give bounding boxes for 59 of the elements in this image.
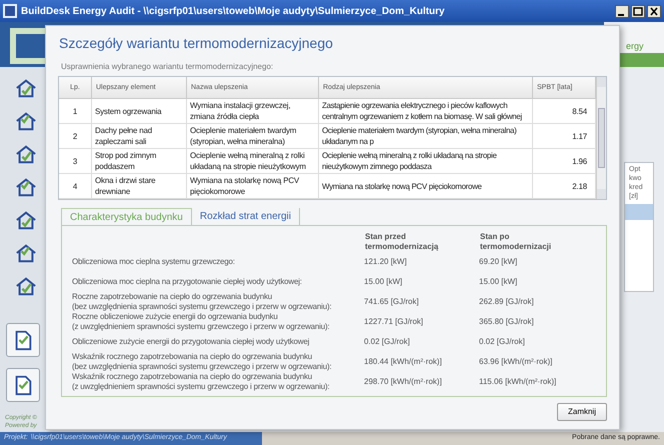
logo-text: ergy: [625, 40, 645, 53]
house-check-icon[interactable]: [14, 176, 38, 198]
value-after: 365.80 [GJ/rok]: [479, 317, 535, 327]
value-before: 15.00 [kW]: [364, 277, 404, 287]
app-icon: [3, 4, 17, 18]
close-button[interactable]: Zamknij: [557, 403, 607, 421]
row-label: Obliczeniowa moc cieplna systemu grzewczego:: [72, 257, 236, 267]
row-label: Roczne zapotrzebowanie na ciepło do ogrzewania budynku (bez uwzględnienia sprawności systemu grzewczego i przerw w ogrzewaniu):: [72, 292, 332, 312]
table-caption: Usprawnienia wybranego wariantu termomodernizacyjnego:: [61, 61, 274, 73]
table-cell: Strop pod zimnym poddaszem: [92, 149, 187, 174]
value-after: 115.06 [kWh/(m²·rok)]: [479, 377, 558, 387]
table-cell: Wymiana na stolarkę nową PCV pięciokomorowe: [187, 174, 319, 199]
value-before: 0.02 [GJ/rok]: [364, 337, 411, 347]
value-before: 121.20 [kW]: [364, 257, 408, 267]
house-check-icon[interactable]: [14, 143, 38, 165]
dialog-title: Szczegóły wariantu termomodernizacyjnego: [58, 34, 334, 52]
table-cell: Zastąpienie ogrzewania elektrycznego i pieców kaflowych centralnym ogrzewaniem z kotłem na biomasę. W sali głównej: [319, 99, 533, 124]
table-cell: Ocieplenie wełną mineralną z rolki układaną na stropie nieużytkowym zimnego poddasza: [319, 149, 533, 174]
table-cell: Wymiana na stolarkę nową PCV pięciokomorowe: [319, 174, 533, 199]
sidebar-button[interactable]: [6, 368, 40, 402]
house-check-icon[interactable]: [14, 77, 38, 99]
table-cell: 1: [59, 99, 92, 124]
value-after: 262.89 [GJ/rok]: [479, 297, 535, 307]
value-after: 63.96 [kWh/(m²·rok)]: [479, 357, 554, 367]
table-cell: Ocieplenie materiałem twardym (styropian, wełna mineralna) układanym na p: [319, 124, 533, 149]
table-cell: 4: [59, 174, 92, 199]
row-label: Roczne obliczeniowe zużycie energii do ogrzewania budynku (z uwzględnieniem sprawności systemu grzewczego i przerw w ogrzewaniu):: [72, 312, 330, 332]
house-check-icon[interactable]: [14, 275, 38, 297]
maximize-icon[interactable]: [631, 4, 645, 18]
value-before: 1227.71 [GJ/rok]: [364, 317, 424, 327]
table-cell: Dachy pełne nad zapleczami sali: [92, 124, 187, 149]
row-label: Wskaźnik rocznego zapotrzebowania na ciepło do ogrzewania budynku (bez uwzględnienia sprawności systemu grzewczego i przerw w ogrzewaniu):: [72, 352, 332, 372]
value-before: 741.65 [GJ/rok]: [364, 297, 420, 307]
table-cell: Wymiana instalacji grzewczej, zmiana źródła ciepła: [187, 99, 319, 124]
value-before: 180.44 [kWh/(m²·rok)]: [364, 357, 443, 367]
house-check-icon[interactable]: [14, 209, 38, 231]
value-after: 0.02 [GJ/rok]: [479, 337, 526, 347]
close-icon[interactable]: [647, 4, 661, 18]
column-header: Stan przed termomodernizacją: [364, 232, 440, 252]
row-label: Obliczeniowa moc cieplna na przygotowanie ciepłej wody użytkowej:: [72, 277, 303, 287]
row-label: Obliczeniowe zużycie energii do przygotowania ciepłej wody użytkowej: [72, 337, 310, 347]
row-label: Wskaźnik rocznego zapotrzebowania na ciepło do ogrzewania budynku (z uwzględnieniem sprawności systemu grzewczego i przerw w ogrzewaniu):: [72, 372, 330, 392]
value-after: 15.00 [kW]: [479, 277, 518, 287]
house-check-icon[interactable]: [14, 110, 38, 132]
house-check-icon[interactable]: [14, 242, 38, 264]
minimize-icon[interactable]: [615, 4, 629, 18]
table-cell: Okna i drzwi stare drewniane: [92, 174, 187, 199]
table-cell: System ogrzewania: [92, 99, 187, 124]
table-cell: Ocieplenie wełną mineralną z rolki układaną na stropie nieużytkowym: [187, 149, 319, 174]
column-header: Stan po termomodernizacji: [479, 232, 552, 252]
table-cell: 2: [59, 124, 92, 149]
value-before: 298.70 [kWh/(m²·rok)]: [364, 377, 443, 387]
value-after: 69.20 [kW]: [479, 257, 518, 267]
table-cell: Ocieplenie materiałem twardym (styropian, wełna mineralna): [187, 124, 319, 149]
scrollbar[interactable]: [596, 77, 606, 199]
sidebar-button[interactable]: [6, 323, 40, 357]
window-title: BuildDesk Energy Audit - \\cigsrfp01\users\toweb\Moje audyty\Sulmierzyce_Dom_Kultury: [21, 4, 445, 18]
table-cell: 3: [59, 149, 92, 174]
selected-row: [625, 204, 653, 220]
